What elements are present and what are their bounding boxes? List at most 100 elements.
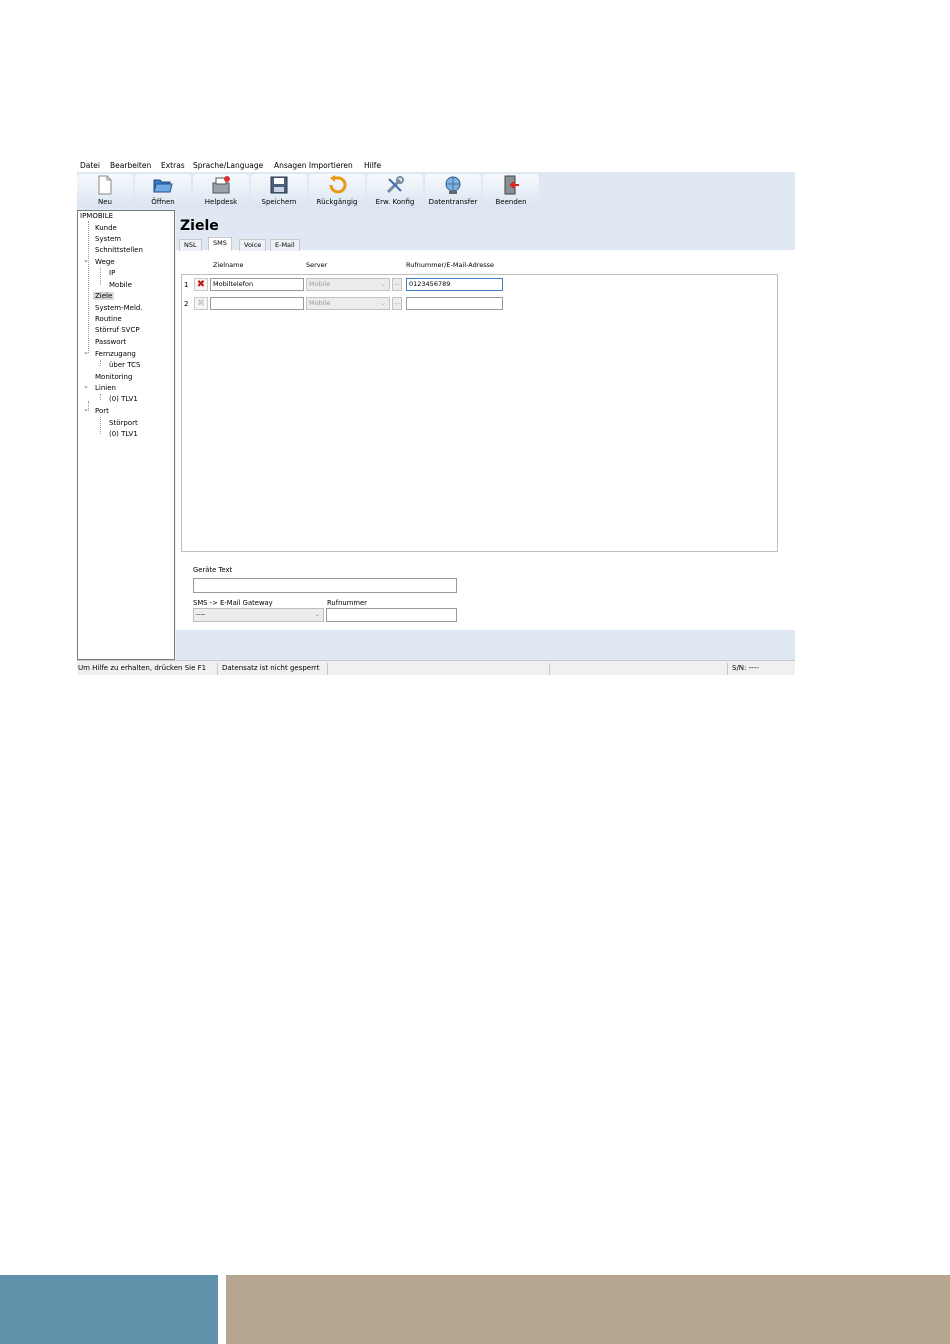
tree-item-passwort[interactable]: Passwort xyxy=(95,338,126,346)
main-panel: Ziele NSL SMS Voice E-Mail Zielname Serv… xyxy=(176,210,795,660)
gateway-select-value: ---- xyxy=(196,610,206,618)
targets-table: 1 ✖ Mobiltelefon Mobile ⌄ ... 0123456789 … xyxy=(181,274,778,552)
new-button[interactable]: Neu xyxy=(77,174,133,208)
rufnummer-field[interactable] xyxy=(406,297,503,310)
tree-item-stoerruf-svcp[interactable]: Störruf SVCP xyxy=(95,326,140,334)
chevron-down-icon: ⌄ xyxy=(380,299,386,307)
data-transfer-label: Datentransfer xyxy=(428,198,478,206)
tree-root[interactable]: IPMOBILE xyxy=(80,212,113,220)
tab-nsl[interactable]: NSL xyxy=(179,239,202,251)
main-footer-panel xyxy=(176,630,795,660)
device-text-label: Geräte Text xyxy=(193,566,233,574)
chevron-down-icon: ⌄ xyxy=(380,280,386,288)
helpdesk-icon xyxy=(212,176,230,194)
helpdesk-button[interactable]: Helpdesk xyxy=(193,174,249,208)
row-number: 2 xyxy=(184,300,189,308)
undo-label: Rückgängig xyxy=(316,198,358,206)
open-folder-icon xyxy=(153,179,173,193)
delete-row-button[interactable]: ✖ xyxy=(194,297,208,310)
delete-x-icon: ✖ xyxy=(196,298,206,309)
helpdesk-label: Helpdesk xyxy=(204,198,238,206)
footer-band-right xyxy=(226,1275,950,1344)
save-button[interactable]: Speichern xyxy=(251,174,307,208)
device-text-field[interactable] xyxy=(193,578,457,593)
status-lock-text: Datensatz ist nicht gesperrt xyxy=(222,664,320,672)
tree-item-stoerport[interactable]: Störport xyxy=(109,419,138,427)
tree-item-port[interactable]: Port xyxy=(95,407,109,415)
tree-item-port-tlv1[interactable]: (0) TLV1 xyxy=(109,430,138,438)
toolbar: Neu Öffnen Helpdesk Speichern Rückgängig xyxy=(77,172,795,211)
tab-sms[interactable]: SMS xyxy=(208,237,232,251)
undo-icon xyxy=(329,175,347,194)
chevron-down-icon[interactable]: ⌄ xyxy=(83,348,89,356)
status-bar: Um Hilfe zu erhalten, drücken Sie F1 Dat… xyxy=(77,660,795,675)
data-transfer-icon xyxy=(445,176,461,194)
chevron-down-icon[interactable]: ⌄ xyxy=(83,256,89,264)
tab-voice[interactable]: Voice xyxy=(239,239,267,251)
tab-email[interactable]: E-Mail xyxy=(270,239,300,251)
rufnummer-field[interactable]: 0123456789 xyxy=(406,278,503,291)
tree-item-ip[interactable]: IP xyxy=(109,269,115,277)
tree-item-mobile[interactable]: Mobile xyxy=(109,281,132,289)
new-document-icon xyxy=(98,175,112,195)
tree-item-wege[interactable]: Wege xyxy=(95,258,115,266)
main-header: Ziele NSL SMS Voice E-Mail xyxy=(176,210,795,251)
tree-item-kunde[interactable]: Kunde xyxy=(95,224,117,232)
gateway-select[interactable]: ---- ⌄ xyxy=(193,608,324,622)
server-select-value: Mobile xyxy=(309,280,331,288)
status-serial: S/N: ---- xyxy=(732,664,759,672)
zielname-field[interactable]: Mobiltelefon xyxy=(210,278,304,291)
tree-item-system-meld[interactable]: System-Meld. xyxy=(95,304,143,312)
server-select[interactable]: Mobile ⌄ xyxy=(306,297,390,310)
tools-icon xyxy=(386,176,404,194)
server-select[interactable]: Mobile ⌄ xyxy=(306,278,390,291)
menu-sprache[interactable]: Sprache/Language xyxy=(193,161,263,170)
chevron-down-icon: ⌄ xyxy=(314,610,320,618)
menu-ansagen-importieren[interactable]: Ansagen Importieren xyxy=(274,161,353,170)
server-select-value: Mobile xyxy=(309,299,331,307)
navigation-tree: IPMOBILE Kunde System Schnittstellen ⌄ W… xyxy=(77,210,175,660)
new-label: Neu xyxy=(98,198,112,206)
open-label: Öffnen xyxy=(151,198,175,206)
server-browse-button[interactable]: ... xyxy=(392,297,402,310)
menu-bar: Datei Bearbeiten Extras Sprache/Language… xyxy=(77,158,795,172)
row-number: 1 xyxy=(184,281,189,289)
chevron-down-icon[interactable]: ⌄ xyxy=(83,382,89,390)
advanced-config-button[interactable]: Erw. Konfig xyxy=(367,174,423,208)
menu-extras[interactable]: Extras xyxy=(161,161,185,170)
menu-hilfe[interactable]: Hilfe xyxy=(364,161,381,170)
tree-item-system[interactable]: System xyxy=(95,235,121,243)
delete-row-button[interactable]: ✖ xyxy=(194,278,208,291)
zielname-field[interactable] xyxy=(210,297,304,310)
delete-x-icon: ✖ xyxy=(196,279,206,290)
data-transfer-button[interactable]: Datentransfer xyxy=(425,174,481,208)
tree-item-linien[interactable]: Linien xyxy=(95,384,116,392)
column-header-zielname: Zielname xyxy=(213,261,244,269)
undo-button[interactable]: Rückgängig xyxy=(309,174,365,208)
tree-item-ziele[interactable]: Ziele xyxy=(93,292,115,300)
save-label: Speichern xyxy=(261,198,297,206)
tree-item-linien-tlv1[interactable]: (0) TLV1 xyxy=(109,395,138,403)
column-header-server: Server xyxy=(306,261,328,269)
exit-button[interactable]: Beenden xyxy=(483,174,539,208)
status-help-text: Um Hilfe zu erhalten, drücken Sie F1 xyxy=(78,664,207,672)
open-button[interactable]: Öffnen xyxy=(135,174,191,208)
save-disk-icon xyxy=(270,176,288,194)
phone-label: Rufnummer xyxy=(327,599,367,607)
chevron-down-icon[interactable]: ⌄ xyxy=(83,405,89,413)
tree-item-ueber-tcs[interactable]: über TCS xyxy=(109,361,141,369)
phone-field[interactable] xyxy=(326,608,457,622)
gateway-label: SMS -> E-Mail Gateway xyxy=(193,599,273,607)
footer-band-left xyxy=(0,1275,218,1344)
tree-item-monitoring[interactable]: Monitoring xyxy=(95,373,132,381)
application-window: Datei Bearbeiten Extras Sprache/Language… xyxy=(77,158,795,675)
tree-item-schnittstellen[interactable]: Schnittstellen xyxy=(95,246,143,254)
column-header-rufnummer: Rufnummer/E-Mail-Adresse xyxy=(406,261,495,269)
exit-door-icon xyxy=(504,175,519,195)
advanced-config-label: Erw. Konfig xyxy=(375,198,415,206)
server-browse-button[interactable]: ... xyxy=(392,278,402,291)
menu-bearbeiten[interactable]: Bearbeiten xyxy=(110,161,151,170)
tree-item-fernzugang[interactable]: Fernzugang xyxy=(95,350,136,358)
tree-item-routine[interactable]: Routine xyxy=(95,315,122,323)
menu-datei[interactable]: Datei xyxy=(80,161,100,170)
